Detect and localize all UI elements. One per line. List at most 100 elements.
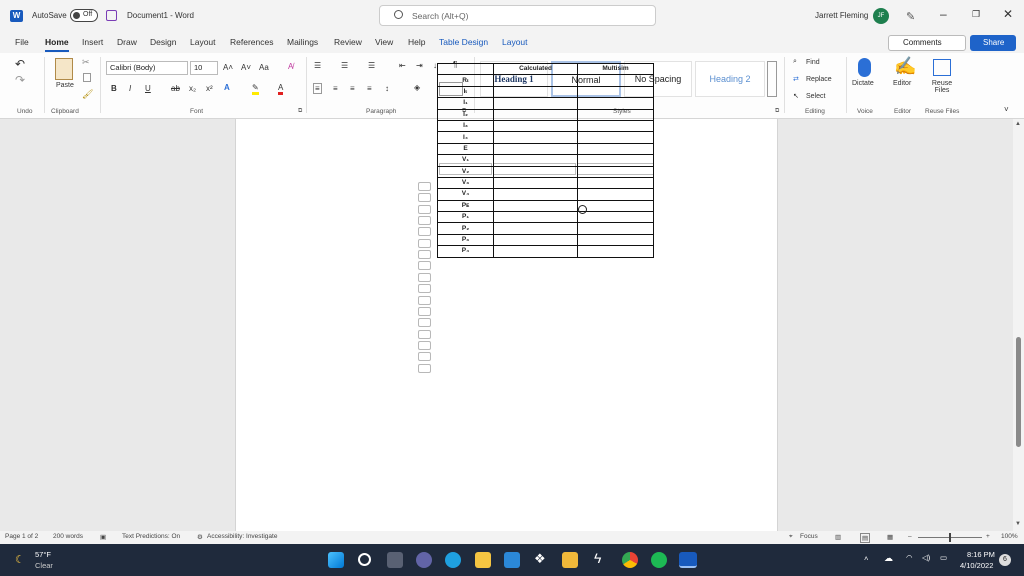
row-selector-box[interactable] (418, 227, 431, 237)
weather-temp[interactable]: 57°F (35, 550, 51, 559)
notification-badge[interactable]: 6 (999, 554, 1011, 566)
tab-insert[interactable]: Insert (82, 37, 103, 47)
multisim-cell[interactable] (577, 199, 654, 213)
search-icon[interactable] (358, 553, 371, 566)
find-icon[interactable]: ⌕ (793, 58, 797, 66)
user-name[interactable]: Jarrett Fleming (815, 11, 868, 20)
row-label-cell[interactable]: V₄ (437, 188, 494, 201)
dictate-button[interactable]: Dictate (852, 80, 874, 87)
calculated-cell[interactable] (493, 188, 578, 201)
multisim-cell[interactable] (577, 74, 654, 87)
word-count[interactable]: 200 words (53, 533, 83, 540)
shading-icon[interactable]: ◈ (414, 83, 420, 92)
save-icon[interactable] (106, 10, 117, 21)
multisim-cell[interactable] (577, 119, 654, 133)
power-automate-icon[interactable]: ϟ (594, 550, 601, 566)
row-label-cell[interactable]: V₂ (437, 165, 494, 178)
calculated-cell[interactable] (493, 85, 578, 99)
pen-icon[interactable]: ✎ (906, 10, 915, 23)
align-left-icon[interactable]: ≡ (313, 83, 322, 94)
row-label-cell[interactable]: I₂ (437, 108, 494, 121)
start-icon[interactable] (328, 552, 344, 568)
shrink-font-icon[interactable]: A˅ (241, 63, 251, 72)
tab-view[interactable]: View (375, 37, 393, 47)
multisim-cell[interactable] (577, 245, 654, 258)
row-selector-box[interactable] (418, 204, 431, 214)
header-cell[interactable]: Calculated (493, 62, 578, 76)
task-view-icon[interactable] (387, 552, 403, 568)
calculated-cell[interactable] (493, 108, 578, 121)
multisim-cell[interactable] (577, 165, 654, 178)
superscript-icon[interactable]: x² (206, 84, 213, 93)
row-label-cell[interactable]: V₃ (437, 176, 494, 190)
row-label-cell[interactable]: P₁ (437, 211, 494, 224)
text-predictions[interactable]: Text Predictions: On (122, 533, 180, 540)
zoom-slider-thumb[interactable] (949, 533, 951, 542)
row-selector-box[interactable] (418, 193, 431, 203)
tab-layout[interactable]: Layout (190, 37, 216, 47)
calculated-cell[interactable] (493, 165, 578, 178)
multisim-cell[interactable] (577, 142, 654, 156)
file-explorer-icon[interactable] (475, 552, 491, 568)
row-selector-box[interactable] (418, 363, 431, 373)
tab-table-layout[interactable]: Layout (502, 37, 528, 47)
undo-icon[interactable]: ↶ (15, 57, 25, 71)
styles-scroll[interactable] (767, 61, 777, 97)
calculated-cell[interactable] (493, 131, 578, 144)
calculated-cell[interactable] (493, 233, 578, 247)
row-selector-box[interactable] (418, 238, 431, 248)
focus-icon[interactable]: ⌖ (789, 533, 793, 541)
calculated-cell[interactable] (493, 142, 578, 156)
font-size-select[interactable]: 10 (190, 61, 218, 75)
zoom-out-icon[interactable]: – (908, 533, 912, 540)
styles-dialog-launcher-icon[interactable]: ⧉ (775, 108, 779, 115)
tab-help[interactable]: Help (408, 37, 425, 47)
row-selector-box[interactable] (418, 340, 431, 350)
clock-date[interactable]: 4/10/2022 (960, 561, 993, 570)
reuse-files-button[interactable]: Reuse Files (928, 80, 956, 94)
accessibility-status[interactable]: Accessibility: Investigate (207, 533, 277, 540)
web-layout-icon[interactable]: ▦ (887, 533, 893, 541)
vertical-scrollbar[interactable]: ▲ ▼ (1013, 119, 1024, 531)
multisim-cell[interactable] (577, 108, 654, 121)
highlight-icon[interactable]: ✎ (252, 83, 259, 95)
scroll-thumb[interactable] (1016, 337, 1021, 447)
calculated-cell[interactable] (493, 97, 578, 110)
clock-time[interactable]: 8:16 PM (967, 550, 995, 559)
tab-design[interactable]: Design (150, 37, 176, 47)
mail-icon[interactable] (504, 552, 520, 568)
grow-font-icon[interactable]: A˄ (223, 63, 233, 72)
strikethrough-icon[interactable]: ab (171, 84, 180, 93)
row-label-cell[interactable]: P₂ (437, 222, 494, 235)
row-label-cell[interactable]: I₃ (437, 119, 494, 133)
decrease-indent-icon[interactable]: ⇤ (399, 61, 406, 70)
proofing-icon[interactable]: ▣ (100, 533, 106, 541)
microphone-icon[interactable] (858, 58, 871, 77)
zoom-level[interactable]: 100% (1001, 533, 1018, 540)
dropbox-icon[interactable]: ❖ (534, 551, 546, 567)
row-label-cell[interactable]: E (437, 142, 494, 156)
wifi-icon[interactable]: ◠ (906, 553, 913, 562)
line-spacing-icon[interactable]: ↕ (385, 84, 389, 93)
restore-button[interactable]: ❐ (972, 9, 980, 20)
tab-mailings[interactable]: Mailings (287, 37, 318, 47)
scroll-down-arrow-icon[interactable]: ▼ (1015, 521, 1021, 527)
read-mode-icon[interactable]: ▥ (835, 533, 841, 541)
search-input[interactable]: Search (Alt+Q) (379, 5, 656, 26)
store-icon[interactable] (562, 552, 578, 568)
row-label-cell[interactable]: Rₜ (437, 74, 494, 87)
multisim-cell[interactable] (577, 222, 654, 235)
zoom-in-icon[interactable]: + (986, 533, 990, 540)
calculated-cell[interactable] (493, 222, 578, 235)
replace-button[interactable]: Replace (806, 76, 832, 83)
multisim-cell[interactable] (577, 211, 654, 224)
select-icon[interactable]: ↖ (793, 92, 799, 100)
row-selector-box[interactable] (418, 250, 431, 260)
tab-table-design[interactable]: Table Design (439, 37, 488, 47)
tab-draw[interactable]: Draw (117, 37, 137, 47)
collapse-ribbon-icon[interactable]: ˅ (1004, 105, 1009, 114)
calculated-cell[interactable] (493, 211, 578, 224)
paste-icon[interactable] (55, 58, 73, 80)
header-cell[interactable] (437, 62, 494, 76)
row-label-cell[interactable]: I₁ (437, 97, 494, 110)
